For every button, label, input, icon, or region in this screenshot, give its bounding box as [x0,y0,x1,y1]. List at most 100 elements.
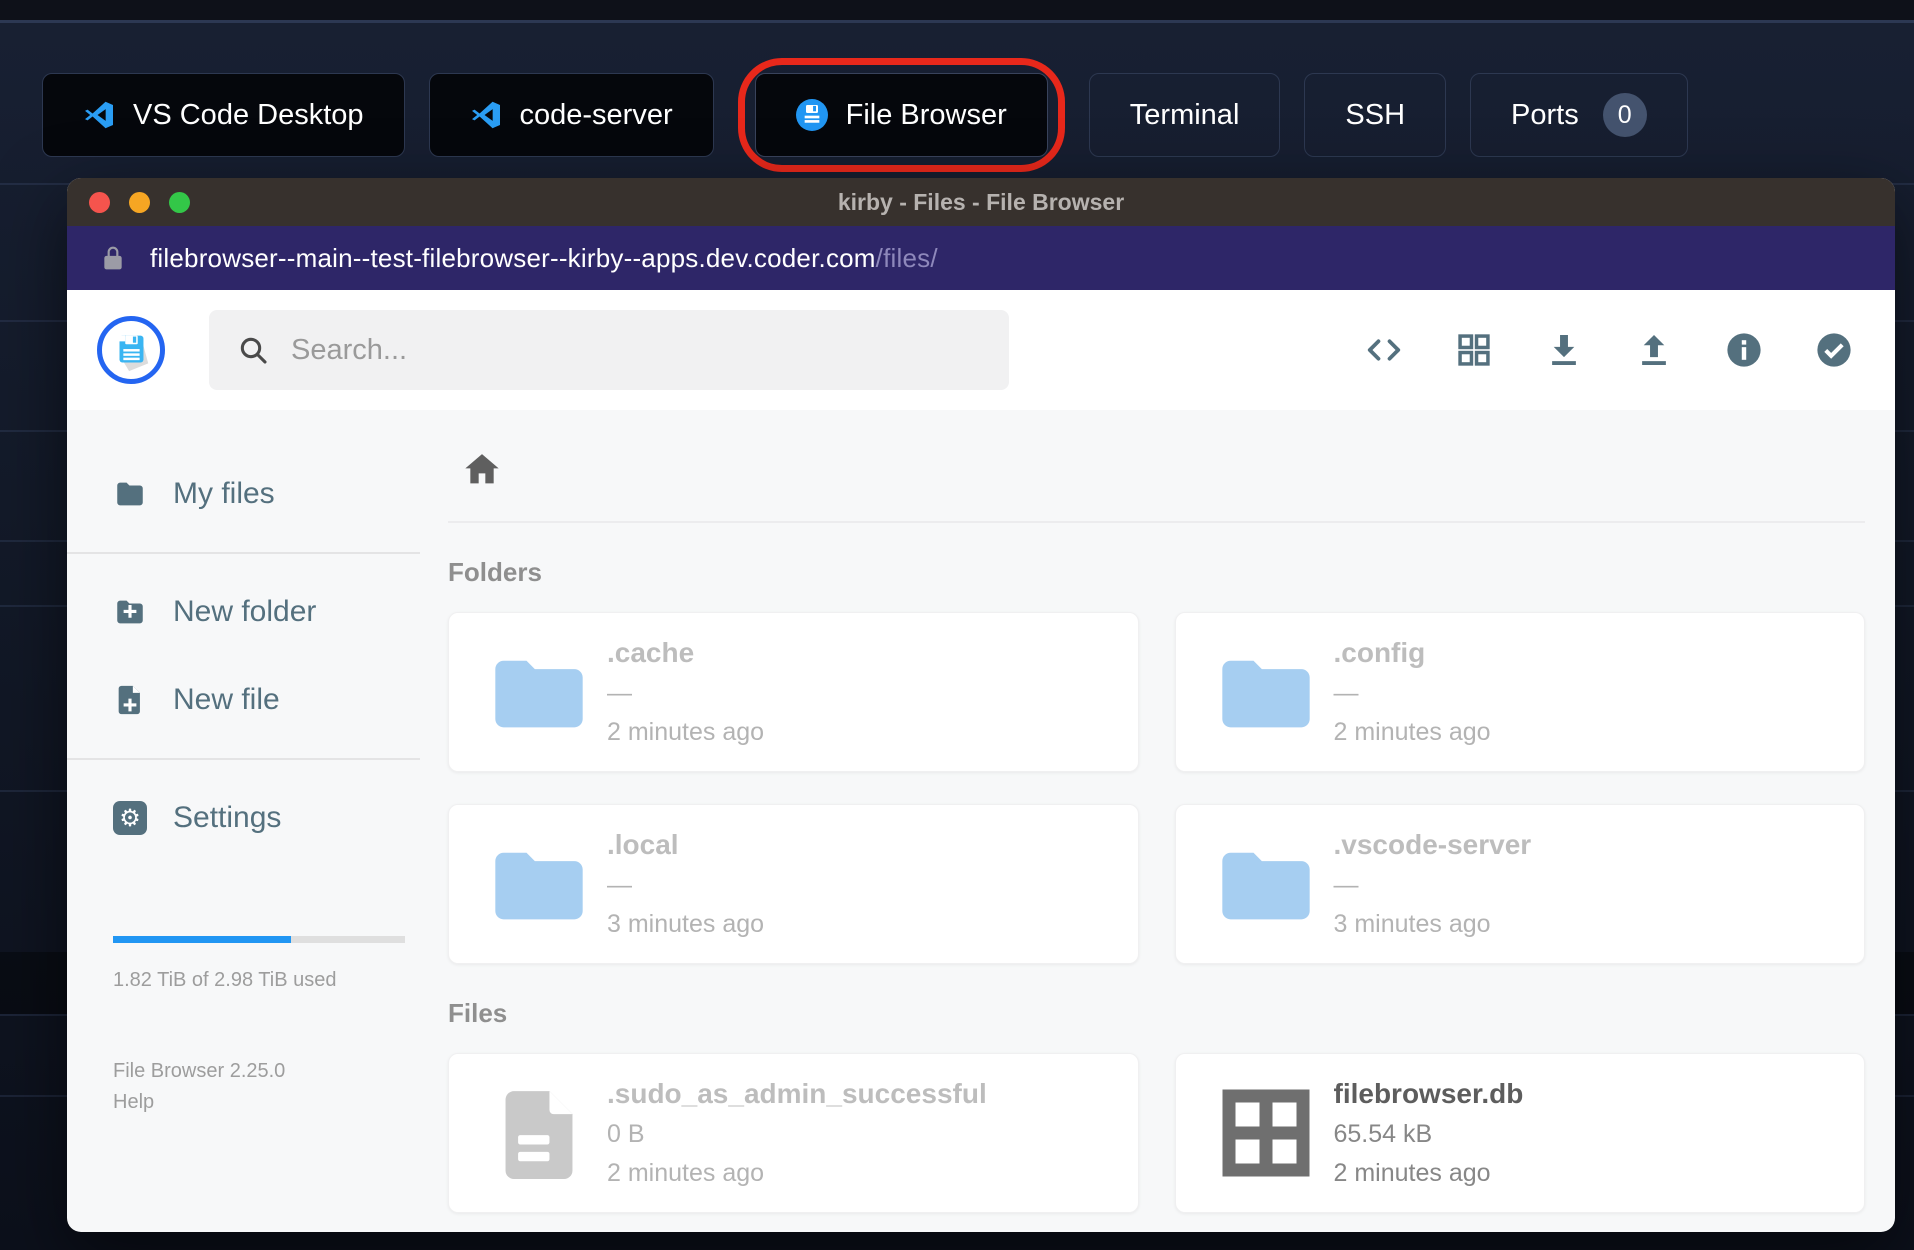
sidebar-divider [67,758,420,760]
vscode-icon [85,101,113,129]
search-icon [240,337,267,364]
item-name: .cache [607,637,695,668]
item-size: 65.54 kB [1333,1120,1433,1148]
file-plus-icon [118,685,140,715]
info-icon[interactable] [1725,331,1763,369]
item-modified: 3 minutes ago [607,910,765,938]
button-label: File Browser [845,98,1007,131]
minimize-window-button[interactable] [129,191,150,213]
check-circle-icon[interactable] [1815,331,1853,369]
header-action-icons [1365,331,1865,369]
item-name: .config [1333,637,1426,668]
ssh-button[interactable]: SSH [1304,73,1447,157]
item-size: — [1333,679,1359,707]
search-bar[interactable] [209,310,1009,390]
sidebar-item-label: Settings [173,801,282,834]
files-grid: .sudo_as_admin_successful 0 B 2 minutes … [448,1053,1865,1213]
folder-icon [495,852,583,920]
workspace-app-toolbar: VS Code Desktop code-server File Browser… [42,58,1688,172]
code-icon[interactable] [1365,331,1403,369]
filebrowser-header [67,290,1895,410]
file-browser-button[interactable]: File Browser [754,73,1048,157]
usage-text: 1.82 TiB of 2.98 TiB used [113,969,337,991]
red-annotation-circle: File Browser [737,58,1065,172]
item-name: .sudo_as_admin_successful [607,1078,987,1109]
folders-grid: .cache — 2 minutes ago .config — 2 minut… [448,612,1865,964]
folder-card[interactable]: .config — 2 minutes ago [1174,612,1865,772]
button-label: Terminal [1129,98,1240,131]
item-modified: 2 minutes ago [607,1159,765,1187]
download-icon[interactable] [1545,331,1583,369]
close-window-button[interactable] [89,191,110,213]
folder-card[interactable]: .local — 3 minutes ago [448,804,1139,964]
item-name: .local [607,829,679,860]
folders-section-label: Folders [448,557,542,587]
item-name: .vscode-server [1333,829,1532,860]
item-modified: 3 minutes ago [1333,910,1491,938]
sidebar-item-settings[interactable]: ⚙ Settings [67,774,420,862]
item-size: — [607,871,632,899]
files-section-label: Files [448,998,508,1028]
sidebar-item-label: New file [173,683,280,716]
traffic-lights [89,178,190,226]
url-domain: filebrowser--main--test-filebrowser--kir… [150,242,876,273]
sidebar-footer: File Browser 2.25.0 Help [113,1056,420,1118]
folder-icon [1221,852,1310,920]
sidebar-divider [67,552,420,554]
item-modified: 2 minutes ago [607,718,765,746]
floppy-disk-icon [119,335,149,372]
item-size: — [1333,871,1359,899]
app-version: File Browser 2.25.0 [113,1060,286,1082]
vscode-icon [471,101,500,129]
sidebar-item-new-folder[interactable]: New folder [67,568,420,656]
file-icon [505,1091,573,1179]
folder-card[interactable]: .cache — 2 minutes ago [448,612,1139,772]
url-path: /files/ [875,242,938,273]
vscode-desktop-button[interactable]: VS Code Desktop [42,73,405,157]
terminal-button[interactable]: Terminal [1088,73,1281,157]
database-grid-icon [1222,1089,1309,1177]
folder-plus-icon [117,600,143,624]
usage-progress-track [113,936,405,943]
home-icon[interactable] [462,450,502,490]
filebrowser-body: My files New folder New file ⚙ Settings … [67,410,1895,1232]
zoom-window-button[interactable] [169,191,190,213]
button-label: VS Code Desktop [133,98,364,131]
ports-button[interactable]: Ports 0 [1470,73,1688,157]
folder-icon [495,660,583,728]
help-link[interactable]: Help [113,1087,420,1118]
sidebar-item-label: My files [173,477,275,510]
breadcrumb-divider [448,521,1865,523]
desktop-accent-line [0,20,1914,23]
window-titlebar: kirby - Files - File Browser [67,178,1895,226]
gear-icon: ⚙ [113,801,147,835]
grid-view-icon[interactable] [1455,331,1493,369]
browser-window: kirby - Files - File Browser filebrowser… [67,178,1895,1232]
file-card[interactable]: .sudo_as_admin_successful 0 B 2 minutes … [448,1053,1139,1213]
upload-icon[interactable] [1635,331,1673,369]
sidebar-item-new-file[interactable]: New file [67,656,420,744]
sidebar-item-label: New folder [173,595,317,628]
folder-card[interactable]: .vscode-server — 3 minutes ago [1174,804,1865,964]
window-title: kirby - Files - File Browser [837,188,1125,215]
item-size: — [607,679,632,707]
folder-icon [1221,660,1310,728]
item-size: 0 B [607,1120,645,1148]
folder-icon [117,482,143,506]
desktop-top-strip [0,0,1914,20]
browser-address-bar[interactable]: filebrowser--main--test-filebrowser--kir… [67,226,1895,290]
button-label: code-server [519,98,673,131]
sidebar: My files New folder New file ⚙ Settings … [67,410,420,1232]
sidebar-item-my-files[interactable]: My files [67,450,420,538]
lock-icon [104,246,122,270]
ports-count-badge: 0 [1602,93,1647,137]
file-card[interactable]: filebrowser.db 65.54 kB 2 minutes ago [1174,1053,1865,1213]
item-name: filebrowser.db [1333,1078,1524,1109]
item-modified: 2 minutes ago [1333,718,1491,746]
filebrowser-logo[interactable] [97,316,165,384]
usage-progress-fill [113,936,292,943]
breadcrumb [448,450,1865,495]
code-server-button[interactable]: code-server [428,73,714,157]
item-modified: 2 minutes ago [1333,1159,1491,1187]
search-input[interactable] [291,333,981,367]
